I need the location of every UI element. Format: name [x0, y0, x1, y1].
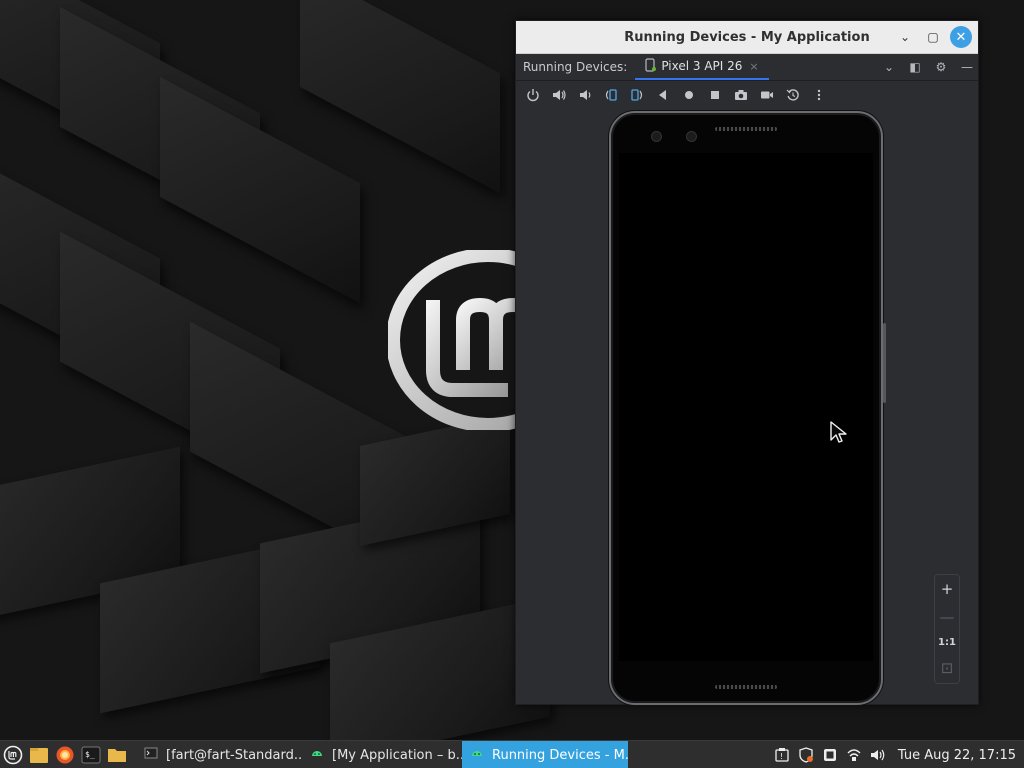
reset-icon[interactable]	[782, 84, 804, 106]
front-sensor-icon	[686, 131, 697, 142]
volume-icon[interactable]	[868, 741, 888, 768]
pixel-3-device-frame	[609, 111, 886, 705]
mouse-cursor-icon	[829, 420, 849, 448]
task-android-studio[interactable]: [My Application – b...	[302, 741, 462, 768]
rotate-left-icon[interactable]	[600, 84, 622, 106]
taskbar: $_ [fart@fart-Standard... [My Applicatio…	[0, 740, 1024, 768]
wallpaper-tile	[160, 76, 360, 304]
hide-panel-icon[interactable]: —	[960, 60, 974, 74]
volume-up-icon[interactable]	[548, 84, 570, 106]
android-studio-icon	[310, 746, 324, 764]
maximize-window-button[interactable]: ▢	[922, 26, 944, 48]
clock[interactable]: Tue Aug 22, 17:15	[898, 748, 1016, 763]
back-icon[interactable]	[652, 84, 674, 106]
task-label: [My Application – b...	[332, 747, 462, 763]
task-running-devices[interactable]: Running Devices - M...	[462, 741, 628, 768]
zoom-in-button[interactable]: +	[941, 581, 954, 597]
window-controls: ⌄ ▢ ✕	[894, 26, 972, 48]
wallpaper-tile	[300, 0, 500, 194]
task-terminal[interactable]: [fart@fart-Standard...	[136, 741, 302, 768]
folder-icon[interactable]	[104, 741, 130, 768]
system-tray: ! Tue Aug 22, 17:15	[772, 741, 1016, 768]
home-icon[interactable]	[678, 84, 700, 106]
device-screen[interactable]	[619, 153, 873, 661]
device-tabbar: Running Devices: Pixel 3 API 26 × ⌄ ◧ ⚙ …	[516, 54, 978, 81]
settings-gear-icon[interactable]: ⚙	[934, 60, 948, 74]
close-window-button[interactable]: ✕	[950, 26, 972, 48]
svg-text:$_: $_	[85, 750, 95, 759]
device-display-area: + — 1:1 ⊡	[516, 108, 978, 705]
terminal-icon[interactable]: $_	[78, 741, 104, 768]
svg-text:!: !	[780, 752, 783, 761]
overview-icon[interactable]	[704, 84, 726, 106]
shield-icon[interactable]	[796, 741, 816, 768]
screenshot-icon[interactable]	[730, 84, 752, 106]
emulator-toolbar	[516, 81, 978, 109]
android-icon	[470, 746, 484, 764]
rotate-right-icon[interactable]	[626, 84, 648, 106]
actual-size-button[interactable]: 1:1	[938, 638, 956, 648]
mint-menu-icon[interactable]	[0, 741, 26, 768]
device-phone-icon	[645, 57, 657, 75]
clipboard-icon[interactable]	[820, 741, 840, 768]
power-icon[interactable]	[522, 84, 544, 106]
update-manager-icon[interactable]: !	[772, 741, 792, 768]
tabbar-actions: ⌄ ◧ ⚙ —	[882, 54, 974, 80]
zoom-controls: + — 1:1 ⊡	[934, 574, 960, 684]
more-options-icon[interactable]	[808, 84, 830, 106]
side-button[interactable]	[883, 323, 886, 403]
front-camera-icon	[651, 131, 662, 142]
tab-label: Pixel 3 API 26	[661, 59, 743, 73]
task-label: [fart@fart-Standard...	[166, 747, 302, 763]
tab-close-icon[interactable]: ×	[749, 60, 758, 73]
running-devices-label: Running Devices:	[523, 60, 628, 74]
network-icon[interactable]	[844, 741, 864, 768]
tab-pixel-3-api-26[interactable]: Pixel 3 API 26 ×	[635, 54, 769, 80]
running-devices-window: Running Devices - My Application ⌄ ▢ ✕ R…	[515, 20, 979, 705]
zoom-fit-icon[interactable]: ⊡	[941, 661, 954, 676]
screen-record-icon[interactable]	[756, 84, 778, 106]
tab-dropdown-icon[interactable]: ⌄	[882, 60, 896, 74]
minimize-window-button[interactable]: ⌄	[894, 26, 916, 48]
layout-icon[interactable]: ◧	[908, 60, 922, 74]
terminal-task-icon	[144, 746, 158, 764]
firefox-icon[interactable]	[52, 741, 78, 768]
bottom-speaker-grille	[715, 685, 777, 689]
files-icon[interactable]	[26, 741, 52, 768]
task-label: Running Devices - M...	[492, 747, 628, 763]
top-speaker-grille	[715, 127, 777, 131]
volume-down-icon[interactable]	[574, 84, 596, 106]
zoom-out-button[interactable]: —	[940, 609, 955, 625]
window-titlebar[interactable]: Running Devices - My Application ⌄ ▢ ✕	[516, 21, 978, 54]
window-title: Running Devices - My Application	[624, 29, 870, 45]
